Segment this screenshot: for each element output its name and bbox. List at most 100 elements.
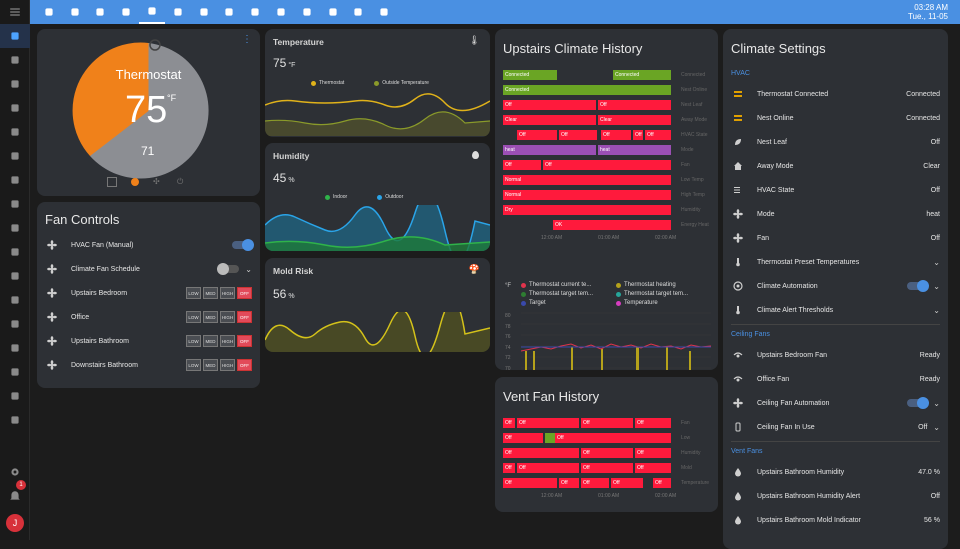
speed-off-button[interactable]: OFF: [237, 335, 252, 347]
tab-garage-icon[interactable]: [191, 0, 217, 24]
timeline-bar[interactable]: Off: [503, 463, 515, 473]
tab-media-icon[interactable]: [242, 0, 268, 24]
speed-med-button[interactable]: MED: [203, 311, 218, 323]
chevron-down-icon[interactable]: ⌄: [933, 306, 940, 315]
timeline-bar[interactable]: Normal: [503, 190, 671, 200]
speed-med-button[interactable]: MED: [203, 287, 218, 299]
timeline-bar[interactable]: Clear: [503, 115, 596, 125]
dashboard-grid-icon[interactable]: [0, 24, 30, 48]
speed-off-button[interactable]: OFF: [237, 311, 252, 323]
graph-legend-item[interactable]: Thermostat target tem...: [521, 291, 616, 297]
timeline-bar[interactable]: Off: [503, 160, 541, 170]
timeline-bar[interactable]: Off: [503, 448, 579, 458]
graph-legend-item[interactable]: Thermostat target tem...: [616, 291, 711, 297]
timeline-bar[interactable]: OK: [553, 220, 671, 230]
settings-row[interactable]: Climate Alert Thresholds ⌄: [731, 298, 940, 322]
fan-mode-icon[interactable]: ✣: [153, 177, 163, 187]
timeline-bar[interactable]: Off: [559, 478, 579, 488]
timeline-bar[interactable]: Connected: [503, 70, 557, 80]
settings-row[interactable]: Upstairs Bedroom Fan Ready: [731, 343, 940, 367]
timeline-bar[interactable]: Off: [581, 478, 609, 488]
speed-med-button[interactable]: MED: [203, 359, 218, 371]
history-icon[interactable]: [0, 96, 30, 120]
timeline-bar[interactable]: Off: [517, 418, 579, 428]
timeline-bar[interactable]: Off: [653, 478, 671, 488]
code-icon[interactable]: [0, 144, 30, 168]
hammer-icon[interactable]: [0, 384, 30, 408]
speed-low-button[interactable]: LOW: [186, 359, 201, 371]
fan-toggle[interactable]: [232, 239, 254, 251]
graph-legend-item[interactable]: Thermostat current te...: [521, 282, 616, 288]
settings-row[interactable]: Nest Online Connected: [731, 106, 940, 130]
settings-row[interactable]: Upstairs Bathroom Humidity Alert Off: [731, 484, 940, 508]
settings-icon[interactable]: [0, 460, 30, 484]
settings-row[interactable]: Upstairs Bathroom Humidity 47.0 %: [731, 460, 940, 484]
speed-high-button[interactable]: HIGH: [220, 287, 235, 299]
timeline-bar[interactable]: Off: [598, 100, 671, 110]
chart-icon[interactable]: [0, 360, 30, 384]
tab-people-icon[interactable]: [88, 0, 114, 24]
timeline-bar[interactable]: Off: [635, 448, 671, 458]
tab-sun-icon[interactable]: [62, 0, 88, 24]
timeline-bar[interactable]: Off: [581, 448, 633, 458]
settings-row[interactable]: Nest Leaf Off: [731, 130, 940, 154]
chevron-down-icon[interactable]: ⌄: [933, 423, 940, 432]
timeline-bar[interactable]: Off: [517, 463, 579, 473]
tab-server-icon[interactable]: [371, 0, 397, 24]
timeline-bar[interactable]: Dry: [503, 205, 671, 215]
settings-row[interactable]: Climate Automation ⌄: [731, 274, 940, 298]
chevron-down-icon[interactable]: ⌄: [933, 258, 940, 267]
graph-legend-item[interactable]: Target: [521, 300, 616, 306]
timeline-bar[interactable]: Off: [601, 130, 631, 140]
file-icon[interactable]: [0, 216, 30, 240]
chevron-down-icon[interactable]: ⌄: [933, 399, 940, 408]
settings-row[interactable]: Thermostat Preset Temperatures ⌄: [731, 250, 940, 274]
settings-row[interactable]: HVAC State Off: [731, 178, 940, 202]
fan-toggle[interactable]: [217, 263, 240, 275]
tab-plane-icon[interactable]: [268, 0, 294, 24]
settings-row[interactable]: Ceiling Fan Automation ⌄: [731, 391, 940, 415]
tab-calendar-icon[interactable]: [113, 0, 139, 24]
flame-icon[interactable]: [131, 178, 139, 186]
menu-icon[interactable]: [0, 0, 30, 24]
settings-row[interactable]: Upstairs Bathroom Mold Indicator 56 %: [731, 508, 940, 532]
graph-legend-item[interactable]: Thermostat heating: [616, 282, 711, 288]
avatar[interactable]: J: [6, 514, 24, 532]
timeline-bar[interactable]: Normal: [503, 175, 671, 185]
tab-thermometer-icon[interactable]: [139, 0, 165, 24]
chevron-down-icon[interactable]: ⌄: [245, 265, 252, 274]
settings-row[interactable]: Thermostat Connected Connected: [731, 82, 940, 106]
settings-row[interactable]: Fan Off: [731, 226, 940, 250]
tab-bug-icon[interactable]: [320, 0, 346, 24]
timeline-bar[interactable]: heat: [503, 145, 596, 155]
timeline-bar[interactable]: Off: [503, 433, 543, 443]
timeline-bar[interactable]: Off: [633, 130, 643, 140]
timeline-bar[interactable]: Off: [517, 130, 557, 140]
timeline-bar[interactable]: Connected: [503, 85, 671, 95]
speed-low-button[interactable]: LOW: [186, 287, 201, 299]
automation-toggle[interactable]: [907, 397, 930, 409]
cloud-icon[interactable]: [0, 312, 30, 336]
speed-low-button[interactable]: LOW: [186, 335, 201, 347]
shield-icon[interactable]: [0, 120, 30, 144]
speed-off-button[interactable]: OFF: [237, 359, 252, 371]
timeline-bar[interactable]: Off: [581, 418, 633, 428]
timeline-bar[interactable]: [545, 433, 555, 443]
tab-camera-icon[interactable]: [217, 0, 243, 24]
speed-med-button[interactable]: MED: [203, 335, 218, 347]
logbook-icon[interactable]: [0, 72, 30, 96]
chevron-down-icon[interactable]: ⌄: [933, 282, 940, 291]
timeline-bar[interactable]: Off: [645, 130, 671, 140]
car-icon[interactable]: [0, 288, 30, 312]
automation-toggle[interactable]: [907, 280, 930, 292]
settings-row[interactable]: Ceiling Fan In Use Off ⌄: [731, 415, 940, 439]
calendar-icon[interactable]: [0, 336, 30, 360]
timeline-bar[interactable]: Off: [555, 433, 671, 443]
map-icon[interactable]: [0, 48, 30, 72]
graph-legend-item[interactable]: Temperature: [616, 300, 711, 306]
timeline-bar[interactable]: Off: [543, 160, 671, 170]
tab-lightbulb-icon[interactable]: [165, 0, 191, 24]
timeline-bar[interactable]: heat: [598, 145, 671, 155]
calendar-icon[interactable]: [107, 177, 117, 187]
settings-row[interactable]: Mode heat: [731, 202, 940, 226]
